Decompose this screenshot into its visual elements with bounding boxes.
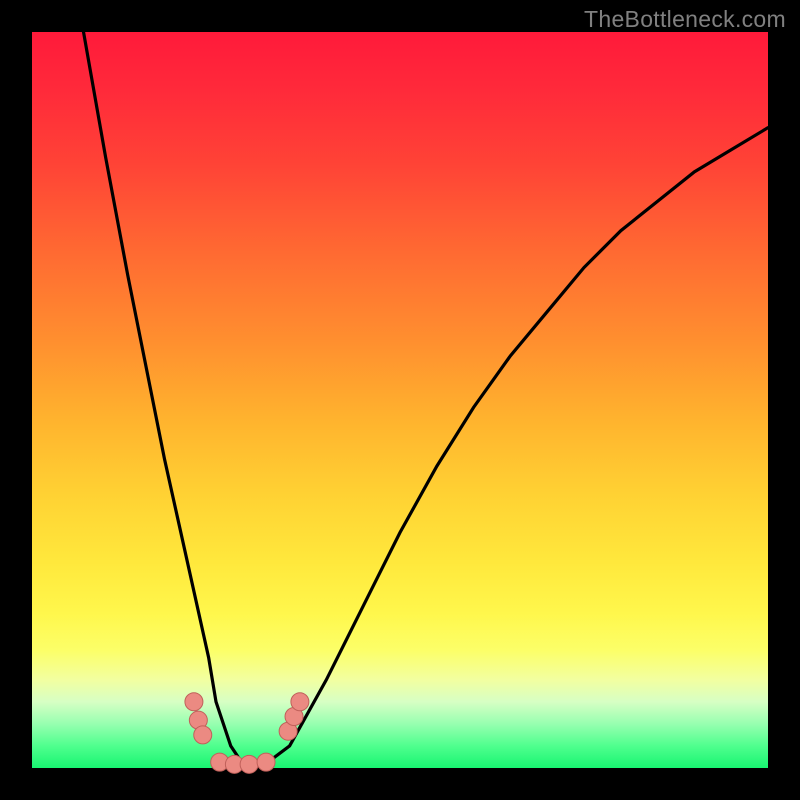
curve-markers [185, 693, 309, 774]
chart-frame: TheBottleneck.com [0, 0, 800, 800]
curve-marker [185, 693, 203, 711]
curve-marker [240, 755, 258, 773]
watermark-text: TheBottleneck.com [584, 6, 786, 33]
curve-marker [291, 693, 309, 711]
curve-marker [194, 726, 212, 744]
bottleneck-curve [84, 32, 768, 768]
bottleneck-chart-svg [32, 32, 768, 768]
curve-marker [257, 753, 275, 771]
plot-area [32, 32, 768, 768]
